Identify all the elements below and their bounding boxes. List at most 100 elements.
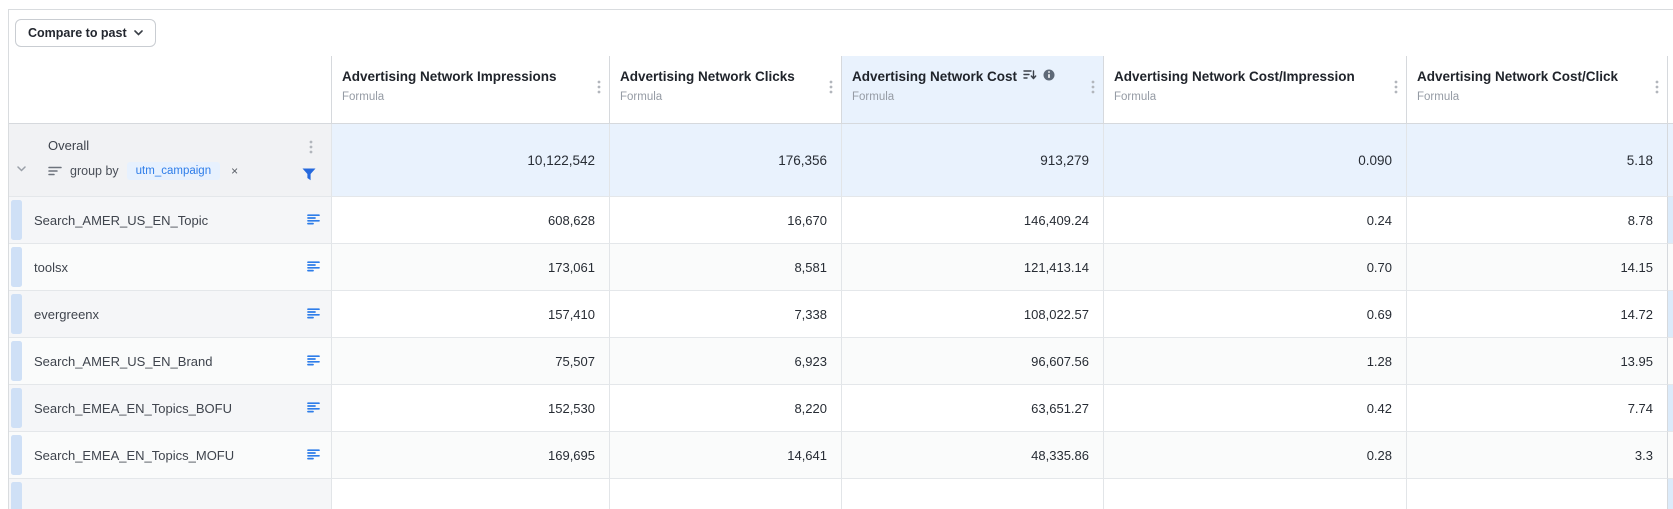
cell-cost: 108,022.57: [841, 291, 1103, 338]
row-label-cell: Search_AMER_US_EN_Topic: [9, 197, 331, 244]
cutoff-column-strip: [1667, 124, 1673, 197]
chevron-down-icon: [133, 30, 143, 36]
series-color-chip: [11, 200, 22, 240]
row-label: Search_AMER_US_EN_Topic: [34, 212, 209, 228]
info-icon[interactable]: [1043, 69, 1055, 84]
cutoff-column-strip: [1667, 197, 1673, 244]
cell-impressions: 169,695: [331, 432, 609, 479]
row-label-cell: [9, 479, 331, 509]
cell-cost-click: 3.3: [1406, 432, 1667, 479]
cutoff-column-strip: [1667, 432, 1673, 479]
group-values-icon[interactable]: [307, 401, 320, 416]
cutoff-column-strip: [1667, 479, 1673, 509]
column-subtitle: Formula: [1114, 91, 1157, 103]
cell-cost: [841, 479, 1103, 509]
header-corner-cell: [9, 56, 331, 124]
cell-cost: 121,413.14: [841, 244, 1103, 291]
column-title: Advertising Network Cost: [852, 69, 1018, 84]
kebab-menu-icon[interactable]: [597, 80, 601, 97]
overall-value-cost-click: 5.18: [1406, 124, 1667, 197]
cell-impressions: 75,507: [331, 338, 609, 385]
group-values-icon[interactable]: [307, 260, 320, 275]
table-header-row: Advertising Network Impressions Formula …: [9, 56, 1673, 124]
row-label: Search_AMER_US_EN_Brand: [34, 353, 213, 369]
cell-cost-click: 7.74: [1406, 385, 1667, 432]
column-header-impressions[interactable]: Advertising Network Impressions Formula: [331, 56, 609, 124]
row-label-cell: toolsx: [9, 244, 331, 291]
cutoff-column-strip: [1667, 338, 1673, 385]
cell-cost-impression: 0.42: [1103, 385, 1406, 432]
column-header-cost[interactable]: Advertising Network Cost Formula: [841, 56, 1103, 124]
row-label: Search_EMEA_EN_Topics_MOFU: [34, 447, 235, 463]
cell-cost-click: [1406, 479, 1667, 509]
cell-cost-click: 13.95: [1406, 338, 1667, 385]
group-by-icon: [48, 164, 62, 179]
column-subtitle: Formula: [342, 91, 385, 103]
cell-cost-impression: 1.28: [1103, 338, 1406, 385]
group-by-value-chip[interactable]: utm_campaign: [126, 162, 221, 180]
toolbar: Compare to past: [9, 10, 1673, 56]
group-values-icon[interactable]: [307, 448, 320, 463]
series-color-chip: [11, 388, 22, 428]
kebab-menu-icon[interactable]: [1091, 80, 1095, 97]
cell-cost: 48,335.86: [841, 432, 1103, 479]
group-values-icon[interactable]: [307, 354, 320, 369]
row-label-cell: Search_AMER_US_EN_Brand: [9, 338, 331, 385]
column-header-clicks[interactable]: Advertising Network Clicks Formula: [609, 56, 841, 124]
cell-cost: 63,651.27: [841, 385, 1103, 432]
group-values-icon[interactable]: [307, 213, 320, 228]
cutoff-column-strip: [1667, 291, 1673, 338]
kebab-menu-icon[interactable]: [1655, 80, 1659, 97]
column-header-cost-click[interactable]: Advertising Network Cost/Click Formula: [1406, 56, 1667, 124]
overall-value-cost-impression: 0.090: [1103, 124, 1406, 197]
cell-clicks: 16,670: [609, 197, 841, 244]
compare-to-past-label: Compare to past: [28, 26, 127, 40]
overall-value-impressions: 10,122,542: [331, 124, 609, 197]
column-title: Advertising Network Cost/Impression: [1114, 69, 1355, 84]
table-row[interactable]: toolsx 173,061 8,581 121,413.14 0.70 14.…: [9, 244, 1673, 291]
filter-funnel-icon[interactable]: [302, 168, 316, 184]
column-subtitle: Formula: [620, 91, 663, 103]
column-header-cost-impression[interactable]: Advertising Network Cost/Impression Form…: [1103, 56, 1406, 124]
table-row[interactable]: Search_EMEA_EN_Topics_BOFU 152,530 8,220…: [9, 385, 1673, 432]
cell-cost-impression: [1103, 479, 1406, 509]
kebab-menu-icon[interactable]: [309, 140, 313, 157]
overall-label: Overall: [48, 138, 90, 153]
cell-impressions: [331, 479, 609, 509]
compare-to-past-button[interactable]: Compare to past: [15, 19, 156, 47]
collapse-caret-icon[interactable]: [17, 160, 26, 175]
column-title: Advertising Network Clicks: [620, 69, 795, 84]
table-row-partial[interactable]: [9, 479, 1673, 509]
column-title: Advertising Network Impressions: [342, 69, 557, 84]
table-row[interactable]: evergreenx 157,410 7,338 108,022.57 0.69…: [9, 291, 1673, 338]
analytics-table-view: Compare to past Advertising Network Impr…: [0, 0, 1673, 509]
cell-cost-impression: 0.28: [1103, 432, 1406, 479]
kebab-menu-icon[interactable]: [829, 80, 833, 97]
group-by-label: group by: [70, 164, 119, 178]
cutoff-column-strip: [1667, 244, 1673, 291]
cell-impressions: 173,061: [331, 244, 609, 291]
table-row[interactable]: Search_EMEA_EN_Topics_MOFU 169,695 14,64…: [9, 432, 1673, 479]
column-subtitle: Formula: [852, 91, 895, 103]
group-values-icon[interactable]: [307, 307, 320, 322]
cell-impressions: 152,530: [331, 385, 609, 432]
series-color-chip: [11, 294, 22, 334]
cell-cost-impression: 0.69: [1103, 291, 1406, 338]
table-row[interactable]: Search_AMER_US_EN_Topic 608,628 16,670 1…: [9, 197, 1673, 244]
table-row[interactable]: Search_AMER_US_EN_Brand 75,507 6,923 96,…: [9, 338, 1673, 385]
remove-group-by-icon[interactable]: ×: [231, 164, 238, 178]
series-color-chip: [11, 482, 22, 509]
kebab-menu-icon[interactable]: [1394, 80, 1398, 97]
cell-cost-impression: 0.70: [1103, 244, 1406, 291]
cutoff-column-strip: [1667, 56, 1673, 124]
cell-cost-impression: 0.24: [1103, 197, 1406, 244]
overall-value-clicks: 176,356: [609, 124, 841, 197]
cell-clicks: 8,581: [609, 244, 841, 291]
series-color-chip: [11, 435, 22, 475]
row-label-cell: Search_EMEA_EN_Topics_BOFU: [9, 385, 331, 432]
cell-cost-click: 14.15: [1406, 244, 1667, 291]
cell-clicks: 6,923: [609, 338, 841, 385]
cell-cost: 146,409.24: [841, 197, 1103, 244]
cell-impressions: 608,628: [331, 197, 609, 244]
overall-row[interactable]: Overall group by utm_campaign × 10,122,5…: [9, 124, 1673, 197]
